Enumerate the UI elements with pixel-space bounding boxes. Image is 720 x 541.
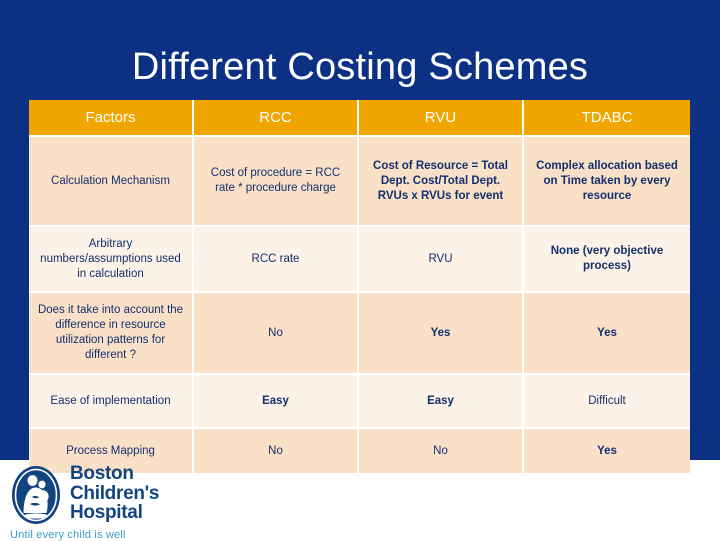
logo-wordmark: Boston Children's Hospital xyxy=(70,464,159,523)
page-title: Different Costing Schemes xyxy=(131,46,589,88)
logo-line-1: Boston xyxy=(70,463,134,484)
cell-factor: Does it take into account the difference… xyxy=(29,293,194,375)
table-row: Calculation Mechanism Cost of procedure … xyxy=(29,137,690,227)
table-row: Does it take into account the difference… xyxy=(29,293,690,375)
cell-factor: Ease of implementation xyxy=(29,375,194,429)
logo-line-2: Children's xyxy=(70,482,160,504)
table-header-row: Factors RCC RVU TDABC xyxy=(29,100,690,137)
logo-line-3: Hospital xyxy=(70,502,143,523)
cell-tdabc: Yes xyxy=(524,429,690,473)
cell-rcc: Cost of procedure = RCC rate * procedure… xyxy=(194,137,359,227)
column-header-tdabc: TDABC xyxy=(524,100,690,137)
cell-rvu: Yes xyxy=(359,293,524,375)
cell-tdabc: Yes xyxy=(524,293,690,375)
boston-childrens-hospital-logo: Boston Children's Hospital Until every c… xyxy=(10,464,310,541)
column-header-rcc: RCC xyxy=(194,100,359,137)
costing-schemes-table: Factors RCC RVU TDABC Calculation Mechan… xyxy=(29,100,690,473)
cell-factor: Calculation Mechanism xyxy=(29,137,194,227)
hospital-seal-icon xyxy=(10,464,62,526)
column-header-rvu: RVU xyxy=(359,100,524,137)
cell-rvu: RVU xyxy=(359,227,524,293)
cell-tdabc: None (very objective process) xyxy=(524,227,690,293)
table-row: Arbitrary numbers/assumptions used in ca… xyxy=(29,227,690,293)
cell-rcc: Easy xyxy=(194,375,359,429)
slide: Different Costing Schemes Factors RCC RV… xyxy=(0,0,720,541)
cell-rvu: No xyxy=(359,429,524,473)
cell-rvu: Cost of Resource = Total Dept. Cost/Tota… xyxy=(359,137,524,227)
cell-factor: Arbitrary numbers/assumptions used in ca… xyxy=(29,227,194,293)
cell-tdabc: Complex allocation based on Time taken b… xyxy=(524,137,690,227)
cell-rvu: Easy xyxy=(359,375,524,429)
cell-rcc: RCC rate xyxy=(194,227,359,293)
cell-tdabc: Difficult xyxy=(524,375,690,429)
table-row: Ease of implementation Easy Easy Difficu… xyxy=(29,375,690,429)
logo-tagline: Until every child is well xyxy=(10,529,126,541)
cell-rcc: No xyxy=(194,293,359,375)
column-header-factors: Factors xyxy=(29,100,194,137)
